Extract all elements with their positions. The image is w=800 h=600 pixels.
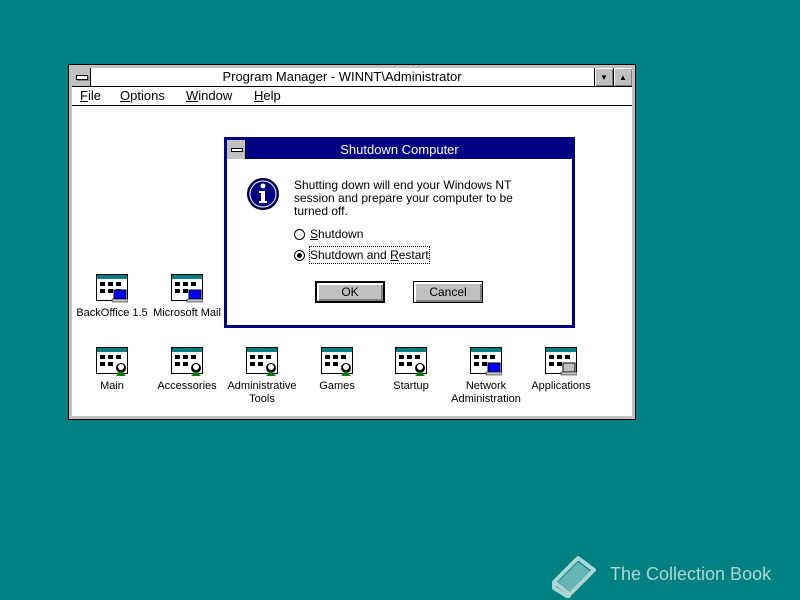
dialog-body: Shutting down will end your Windows NT s… — [227, 159, 572, 325]
shutdown-dialog[interactable]: Shutdown Computer Shutting down will end… — [224, 137, 575, 328]
radio-button-icon[interactable] — [294, 228, 305, 240]
menu-options[interactable]: Options — [120, 87, 165, 105]
program-group-icon — [171, 274, 203, 303]
group-label: Applications — [531, 380, 591, 392]
triangle-down-icon: ▼ — [600, 72, 608, 82]
radio-restart-rest: estart — [398, 248, 429, 262]
menu-options-label: ptions — [130, 88, 165, 103]
maximize-button[interactable]: ▲ — [613, 68, 632, 86]
program-group-icon — [96, 347, 128, 376]
ok-button[interactable]: OK — [315, 281, 385, 303]
program-group-icon — [321, 347, 353, 376]
menu-window[interactable]: Window — [186, 87, 232, 105]
minimize-button[interactable]: ▼ — [594, 68, 613, 86]
group-icon-main[interactable]: Main — [74, 347, 150, 393]
menu-help-label: elp — [263, 88, 281, 103]
watermark-text: The Collection Book — [610, 563, 772, 584]
cancel-button[interactable]: Cancel — [413, 281, 483, 303]
radio-shutdown-mnemonic: S — [310, 227, 319, 241]
group-icon-accessories[interactable]: Accessories — [149, 347, 225, 393]
menu-file-label: ile — [87, 88, 101, 103]
menu-bar: File Options Window Help — [72, 87, 632, 106]
radio-shutdown-restart[interactable]: Shutdown and Restart — [294, 246, 430, 264]
group-label: Main — [100, 380, 124, 392]
book-icon — [552, 556, 596, 598]
group-label: Microsoft Mail — [153, 307, 221, 319]
dialog-title: Shutdown Computer — [340, 142, 459, 157]
triangle-up-icon: ▲ — [619, 72, 627, 82]
radio-restart-mnemonic: R — [390, 248, 399, 262]
program-manager-titlebar[interactable]: Program Manager - WINNT\Administrator ▼ … — [72, 68, 632, 87]
dialog-frame: Shutdown Computer Shutting down will end… — [227, 140, 572, 325]
info-icon — [247, 178, 279, 210]
system-menu-icon[interactable] — [227, 140, 246, 159]
group-icon-microsoft-mail[interactable]: Microsoft Mail — [149, 274, 225, 320]
menu-window-label: indow — [198, 88, 233, 103]
group-icon-startup[interactable]: Startup — [373, 347, 449, 393]
menu-help[interactable]: Help — [254, 87, 281, 105]
group-label: BackOffice 1.5 — [76, 307, 148, 319]
program-group-icon — [171, 347, 203, 376]
group-icon-games[interactable]: Games — [299, 347, 375, 393]
group-icon-backoffice[interactable]: BackOffice 1.5 — [74, 274, 150, 320]
radio-button-selected-icon[interactable] — [294, 249, 305, 261]
group-icon-administrative-tools[interactable]: Administrative Tools — [224, 347, 300, 406]
group-label: Accessories — [157, 380, 217, 392]
radio-restart-label: Shutdown and Restart — [309, 246, 430, 264]
radio-restart-pre: Shutdown and — [310, 248, 391, 262]
watermark: The Collection Book — [548, 548, 800, 600]
program-group-icon — [545, 347, 577, 376]
group-label: Network Administration — [451, 380, 521, 405]
radio-shutdown-label: Shutdown — [310, 226, 363, 242]
group-label: Startup — [393, 380, 429, 392]
dialog-titlebar[interactable]: Shutdown Computer — [227, 140, 572, 159]
menu-window-mnemonic: W — [186, 88, 199, 103]
program-group-icon — [246, 347, 278, 376]
menu-help-mnemonic: H — [254, 88, 264, 103]
group-label: Administrative Tools — [227, 380, 297, 405]
menu-file-mnemonic: F — [80, 88, 88, 103]
menu-options-mnemonic: O — [120, 88, 131, 103]
program-group-icon — [470, 347, 502, 376]
radio-shutdown-rest: hutdown — [318, 227, 364, 241]
window-title: Program Manager - WINNT\Administrator — [222, 69, 462, 84]
group-icon-network-administration[interactable]: Network Administration — [448, 347, 524, 406]
program-group-icon — [96, 274, 128, 303]
radio-shutdown[interactable]: Shutdown — [294, 226, 363, 242]
program-group-icon — [395, 347, 427, 376]
menu-file[interactable]: File — [80, 87, 101, 105]
dialog-message: Shutting down will end your Windows NT s… — [294, 178, 513, 218]
system-menu-icon[interactable] — [72, 68, 91, 86]
group-label: Games — [319, 380, 355, 392]
group-icon-applications[interactable]: Applications — [523, 347, 599, 393]
